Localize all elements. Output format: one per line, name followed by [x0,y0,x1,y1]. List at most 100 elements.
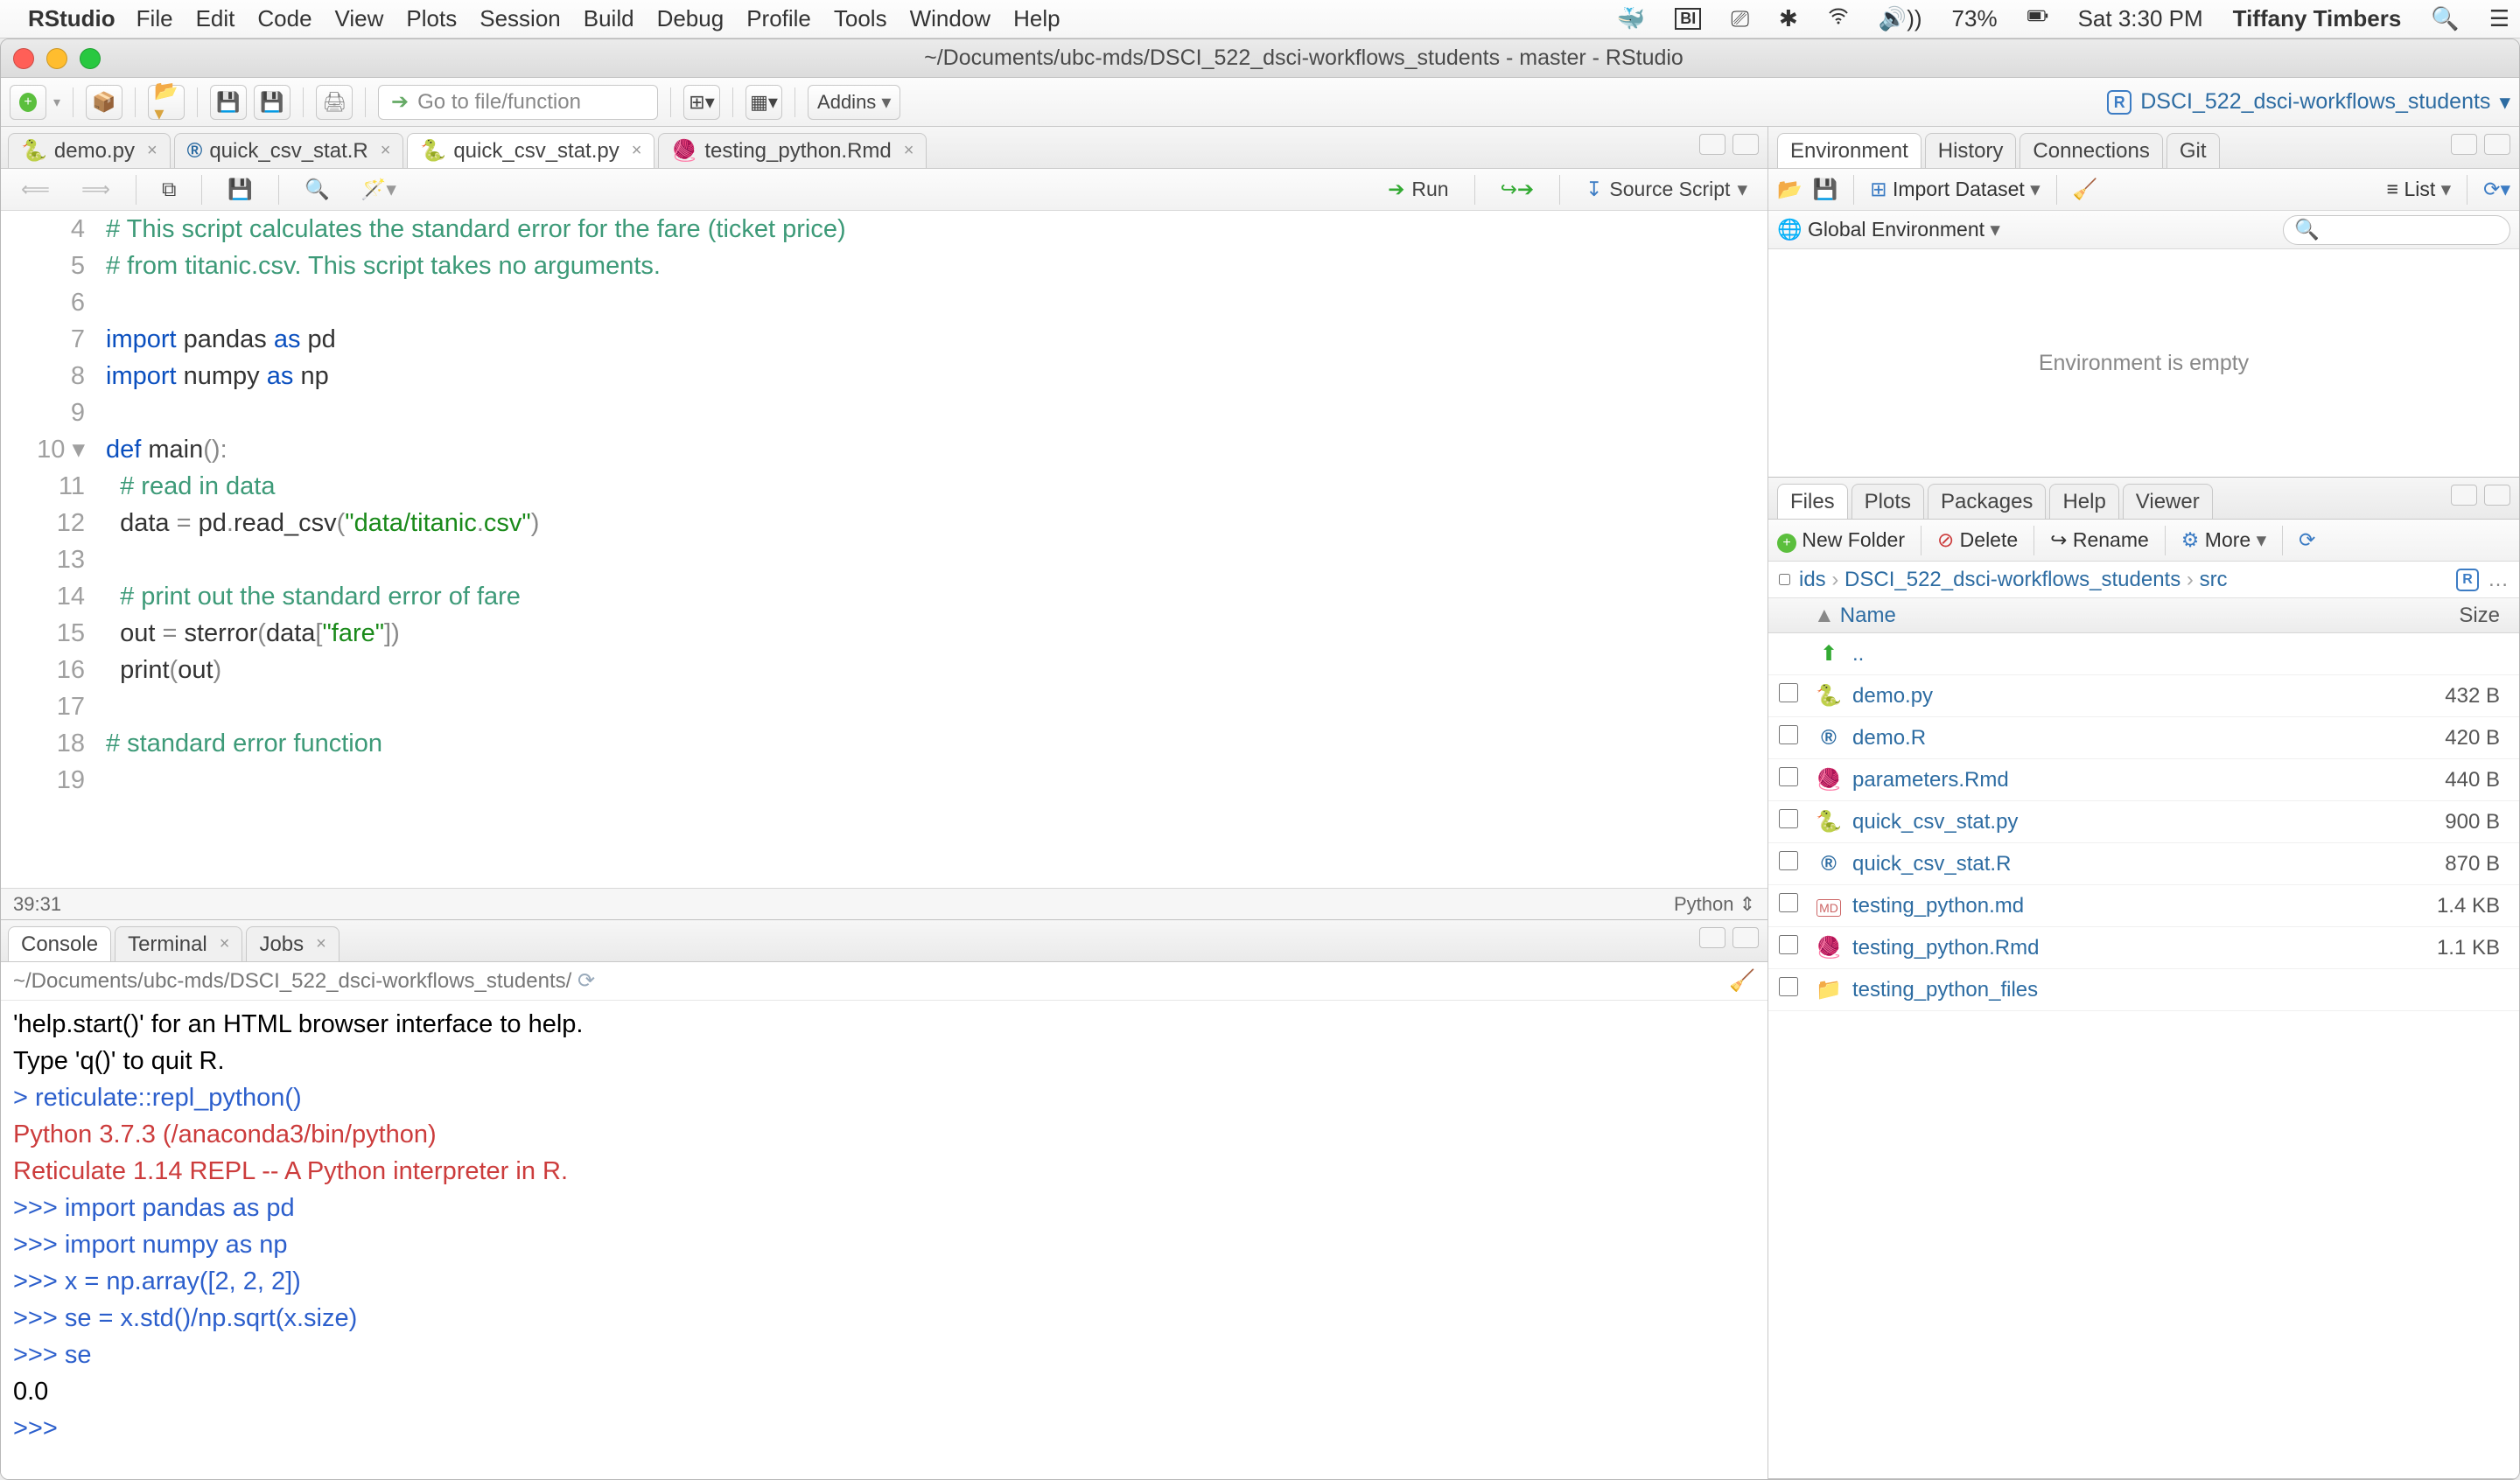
tab-packages[interactable]: Packages [1928,484,2046,519]
menu-view[interactable]: View [335,5,384,32]
sort-icon[interactable]: ▲ [1814,604,1835,628]
select-all-checkbox[interactable] [1779,574,1790,585]
airplay-icon[interactable]: ⎚ [1731,5,1749,33]
menu-file[interactable]: File [136,5,173,32]
minimize-pane-icon[interactable] [1699,927,1726,948]
menu-tools[interactable]: Tools [834,5,887,32]
popout-icon[interactable]: ⧉ [150,174,187,206]
new-file-button[interactable]: + [10,85,46,120]
close-tab-icon[interactable]: × [381,141,391,161]
fwd-button[interactable]: ⟹ [70,174,122,206]
tab-demo-py[interactable]: 🐍demo.py× [8,133,171,168]
tab-quick_csv_stat-R[interactable]: ®quick_csv_stat.R× [174,133,404,168]
file-name[interactable]: parameters.Rmd [1852,768,2386,792]
env-scope-dropdown[interactable]: 🌐 Global Environment [1777,218,2000,241]
refresh-files-icon[interactable]: ⟳ [2299,528,2315,552]
print-button[interactable]: 🖨 [316,85,353,120]
file-row[interactable]: 🧶parameters.Rmd440 B [1768,759,2519,801]
tab-help[interactable]: Help [2049,484,2118,519]
file-row[interactable]: MDtesting_python.md1.4 KB [1768,885,2519,927]
menu-edit[interactable]: Edit [196,5,235,32]
addins-dropdown[interactable]: Addins [808,85,900,120]
tab-connections[interactable]: Connections [2020,133,2162,168]
run-button[interactable]: ➔ Run [1376,174,1460,206]
rproj-icon[interactable]: R [2456,569,2479,591]
spotlight-icon[interactable]: 🔍 [2431,5,2459,32]
tab-quick_csv_stat-py[interactable]: 🐍quick_csv_stat.py× [407,133,654,168]
clear-env-icon[interactable]: 🧹 [2073,178,2098,201]
minimize-pane-icon[interactable] [1699,134,1726,155]
battery-icon[interactable] [2027,5,2048,32]
panes-button[interactable]: ▦▾ [746,85,782,120]
col-name[interactable]: Name [1840,604,2386,628]
file-row[interactable]: 🐍demo.py432 B [1768,675,2519,717]
search-icon[interactable]: 🔍 [293,174,341,206]
path-breadcrumb[interactable]: ids › DSCI_522_dsci-workflows_students ›… [1768,562,2519,598]
menu-build[interactable]: Build [584,5,634,32]
tab-git[interactable]: Git [2166,133,2220,168]
menu-code[interactable]: Code [257,5,312,32]
tab-terminal[interactable]: Terminal× [115,926,242,961]
file-checkbox[interactable] [1779,725,1798,744]
close-tab-icon[interactable]: × [904,141,914,161]
maximize-pane-icon[interactable] [1732,927,1759,948]
file-name[interactable]: quick_csv_stat.py [1852,810,2386,834]
file-row[interactable]: 📁testing_python_files [1768,969,2519,1011]
menu-plots[interactable]: Plots [406,5,457,32]
save-icon[interactable]: 💾 [216,174,264,206]
menu-debug[interactable]: Debug [657,5,724,32]
delete-button[interactable]: ⊘ Delete [1937,528,2018,552]
col-size[interactable]: Size [2386,604,2509,628]
save-all-button[interactable]: 💾 [254,85,290,120]
new-project-button[interactable]: 📦 [86,85,122,120]
file-name[interactable]: testing_python.md [1852,894,2386,918]
minimize-pane-icon[interactable] [2451,134,2477,155]
save-ws-icon[interactable]: 💾 [1813,178,1838,201]
app-name[interactable]: RStudio [28,5,116,32]
refresh-icon[interactable]: ⟳▾ [2483,178,2510,201]
crumb-segment[interactable]: ids [1799,568,1826,591]
clear-console-icon[interactable]: 🧹 [1729,968,1755,994]
env-search-input[interactable]: 🔍 [2283,215,2510,245]
import-dataset-dropdown[interactable]: ⊞ Import Dataset [1870,178,2040,201]
close-button[interactable] [13,48,34,69]
overflow-icon[interactable]: … [2488,568,2509,592]
tab-history[interactable]: History [1925,133,2017,168]
file-checkbox[interactable] [1779,809,1798,828]
wifi-icon[interactable] [1828,5,1849,32]
up-dir-row[interactable]: ⬆ .. [1768,633,2519,675]
maximize-pane-icon[interactable] [1732,134,1759,155]
tab-plots[interactable]: Plots [1852,484,1924,519]
file-name[interactable]: quick_csv_stat.R [1852,852,2386,876]
file-checkbox[interactable] [1779,977,1798,996]
console-wd-icon[interactable]: ⟳ [578,968,595,994]
console-output[interactable]: 'help.start()' for an HTML browser inter… [1,1001,1768,1479]
tab-viewer[interactable]: Viewer [2123,484,2213,519]
language-selector[interactable]: Python ⇕ [1674,893,1755,916]
zoom-button[interactable] [80,48,101,69]
menu-window[interactable]: Window [910,5,990,32]
rename-button[interactable]: ↪ Rename [2050,528,2149,552]
docker-icon[interactable]: 🐳 [1617,5,1645,32]
crumb-segment[interactable]: src [2200,568,2228,591]
wand-icon[interactable]: 🪄▾ [350,174,408,206]
clock[interactable]: Sat 3:30 PM [2078,5,2203,32]
close-tab-icon[interactable]: × [316,934,326,954]
save-button[interactable]: 💾 [210,85,247,120]
menu-help[interactable]: Help [1013,5,1060,32]
rerun-icon[interactable]: ↪➔ [1489,174,1546,206]
more-dropdown[interactable]: ⚙ More [2181,528,2266,552]
new-folder-button[interactable]: + New Folder [1777,528,1905,553]
load-ws-icon[interactable]: 📂 [1777,178,1802,201]
bluetooth-icon[interactable]: ✱ [1779,5,1798,32]
source-script-button[interactable]: ↧ Source Script [1574,174,1759,206]
volume-icon[interactable]: 🔊)) [1879,5,1922,32]
view-mode-dropdown[interactable]: ≡ List [2387,178,2452,201]
minimize-button[interactable] [46,48,67,69]
file-name[interactable]: testing_python.Rmd [1852,936,2386,960]
username[interactable]: Tiffany Timbers [2233,5,2402,32]
open-file-button[interactable]: 📂▾ [148,85,185,120]
menu-profile[interactable]: Profile [746,5,811,32]
maximize-pane-icon[interactable] [2484,485,2510,506]
tab-console[interactable]: Console [8,926,111,961]
